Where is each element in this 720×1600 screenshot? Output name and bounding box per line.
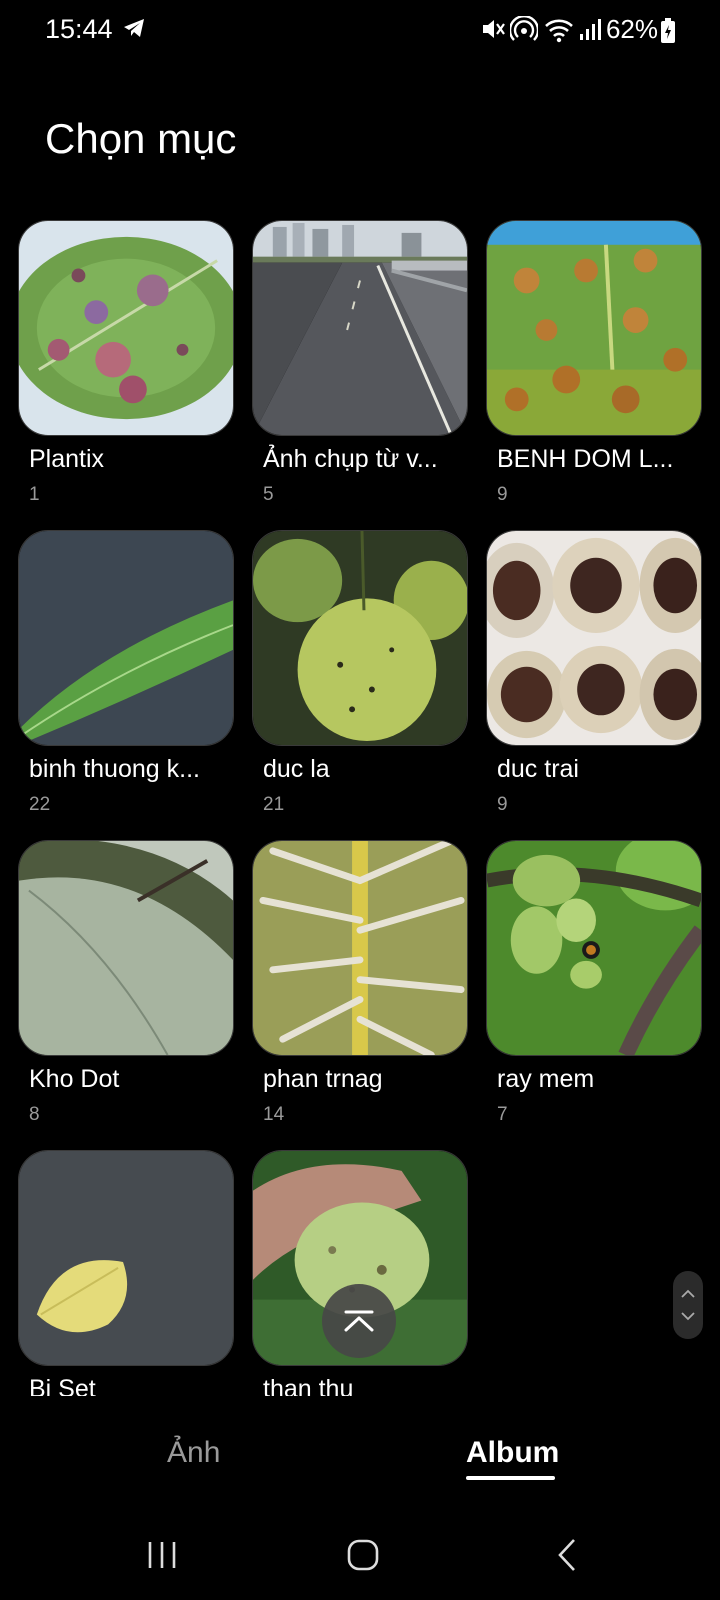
album-name: Bi Set xyxy=(29,1375,96,1396)
album-name: Ảnh chụp từ v... xyxy=(263,445,438,473)
status-icons: 62% xyxy=(480,12,720,48)
fast-scroll-handle[interactable] xyxy=(673,1271,703,1339)
battery-icon xyxy=(661,18,675,43)
album-count: 8 xyxy=(29,1104,40,1125)
album-count: 5 xyxy=(263,484,274,505)
album-item[interactable]: ray mem 7 xyxy=(486,840,702,1125)
bottom-tab-bar: Ảnh Album xyxy=(0,1418,720,1508)
page-title: Chọn mục xyxy=(45,115,237,162)
back-button[interactable] xyxy=(542,1530,592,1580)
album-thumbnail[interactable] xyxy=(486,840,702,1056)
album-thumbnail[interactable] xyxy=(18,220,234,436)
album-thumbnail[interactable] xyxy=(18,1150,234,1366)
album-thumbnail[interactable] xyxy=(18,840,234,1056)
album-name: binh thuong k... xyxy=(29,755,200,783)
album-grid[interactable]: Plantix 1 Ảnh chụp từ v... 5 BENH DOM L.… xyxy=(0,196,720,1396)
signal-icon xyxy=(580,19,601,40)
tab-album[interactable]: Album xyxy=(466,1436,559,1470)
tab-selected-indicator xyxy=(466,1476,555,1480)
album-item[interactable]: BENH DOM L... 9 xyxy=(486,220,702,505)
album-thumbnail[interactable] xyxy=(486,530,702,746)
album-item[interactable]: duc trai 9 xyxy=(486,530,702,815)
album-thumbnail[interactable] xyxy=(18,530,234,746)
album-name: Kho Dot xyxy=(29,1065,120,1093)
album-name: Plantix xyxy=(29,445,105,473)
system-nav-bar xyxy=(0,1508,720,1600)
home-button[interactable] xyxy=(338,1530,388,1580)
album-thumbnail[interactable] xyxy=(252,530,468,746)
scroll-to-top-button[interactable] xyxy=(322,1284,396,1358)
album-thumbnail[interactable] xyxy=(252,220,468,436)
album-name: duc la xyxy=(263,755,330,783)
album-name: phan trnag xyxy=(263,1065,383,1093)
hotspot-icon xyxy=(510,16,538,41)
status-time: 15:44 xyxy=(45,14,113,44)
recent-apps-button[interactable] xyxy=(137,1530,187,1580)
chevron-up-icon xyxy=(681,1289,695,1298)
battery-percent: 62% xyxy=(605,14,658,44)
album-name: than thu xyxy=(263,1375,354,1396)
album-item[interactable]: Bi Set xyxy=(18,1150,234,1396)
telegram-icon xyxy=(124,19,144,37)
album-thumbnail[interactable] xyxy=(252,840,468,1056)
album-name: ray mem xyxy=(497,1065,595,1093)
album-count: 1 xyxy=(29,484,40,505)
album-item[interactable]: duc la 21 xyxy=(252,530,468,815)
album-count: 7 xyxy=(497,1104,508,1125)
status-bar: 15:44 62% xyxy=(0,0,720,60)
tab-photos[interactable]: Ảnh xyxy=(167,1436,220,1470)
album-name: duc trai xyxy=(497,755,579,783)
album-count: 9 xyxy=(497,484,508,505)
chevron-down-icon xyxy=(681,1312,695,1321)
album-item[interactable]: Kho Dot 8 xyxy=(18,840,234,1125)
album-count: 14 xyxy=(263,1104,285,1125)
album-item[interactable]: Ảnh chụp từ v... 5 xyxy=(252,220,468,505)
album-item[interactable]: phan trnag 14 xyxy=(252,840,468,1125)
album-count: 22 xyxy=(29,794,51,815)
album-item[interactable]: Plantix 1 xyxy=(18,220,234,505)
wifi-icon xyxy=(545,19,573,43)
album-count: 21 xyxy=(263,794,285,815)
mute-icon xyxy=(483,20,505,38)
album-count: 9 xyxy=(497,794,508,815)
album-item[interactable]: binh thuong k... 22 xyxy=(18,530,234,815)
album-name: BENH DOM L... xyxy=(497,445,674,473)
scroll-top-icon xyxy=(344,1310,374,1332)
album-thumbnail[interactable] xyxy=(486,220,702,436)
